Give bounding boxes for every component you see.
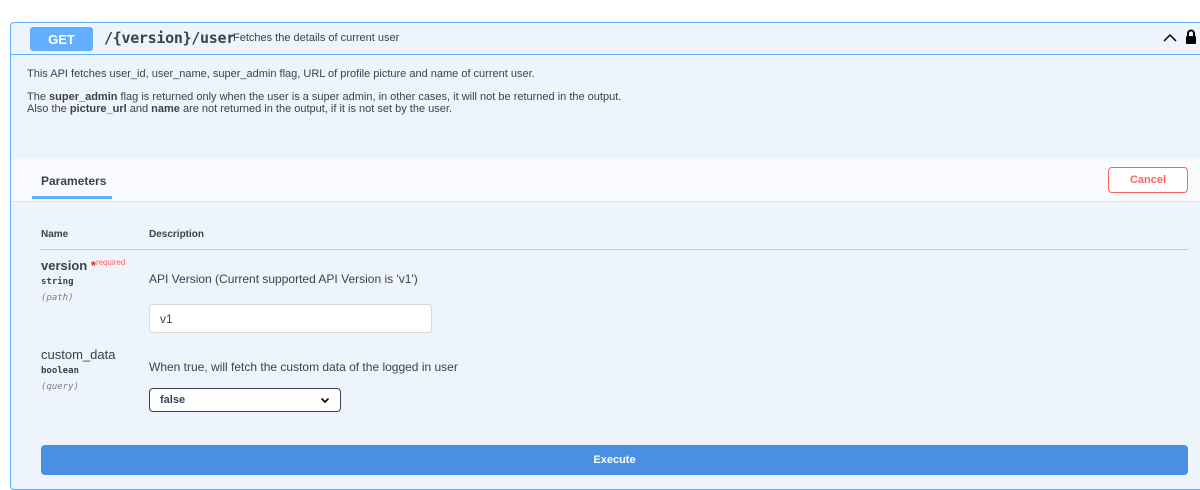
description-line-2: The super_admin flag is returned only wh… — [27, 91, 622, 103]
required-label: required — [95, 258, 126, 267]
column-header-description: Description — [149, 229, 205, 240]
description-line-1: This API fetches user_id, user_name, sup… — [27, 68, 535, 80]
param-location-version: (path) — [41, 293, 74, 303]
param-location-custom-data: (query) — [41, 382, 79, 392]
version-input[interactable] — [149, 304, 432, 333]
description-line-3: Also the picture_url and name are not re… — [27, 103, 452, 115]
operation-block: GET /{version}/user Fetches the details … — [10, 22, 1200, 490]
chevron-up-icon[interactable] — [1162, 30, 1178, 46]
param-description-custom-data: When true, will fetch the custom data of… — [149, 360, 458, 374]
custom-data-select[interactable]: false — [149, 388, 341, 412]
param-name-custom-data: custom_data — [41, 347, 116, 362]
operation-summary-text: Fetches the details of current user — [233, 32, 400, 44]
param-name-version: version *required — [41, 258, 126, 273]
parameters-header: Parameters Cancel — [11, 159, 1200, 202]
select-value: false — [160, 394, 186, 406]
header-divider — [40, 249, 1188, 250]
tab-active-indicator — [32, 196, 112, 199]
param-type-custom-data: boolean — [41, 366, 79, 376]
execute-button[interactable]: Execute — [41, 445, 1188, 475]
chevron-down-icon — [320, 397, 330, 404]
param-description-version: API Version (Current supported API Versi… — [149, 272, 418, 286]
cancel-button[interactable]: Cancel — [1108, 167, 1188, 193]
operation-description: This API fetches user_id, user_name, sup… — [27, 68, 1180, 115]
method-badge: GET — [30, 27, 93, 51]
lock-icon[interactable] — [1185, 29, 1197, 45]
tab-parameters[interactable]: Parameters — [41, 174, 106, 188]
column-header-name: Name — [41, 229, 69, 240]
operation-summary[interactable]: GET /{version}/user Fetches the details … — [11, 23, 1200, 55]
param-type-version: string — [41, 277, 74, 287]
operation-path: /{version}/user — [104, 29, 235, 47]
